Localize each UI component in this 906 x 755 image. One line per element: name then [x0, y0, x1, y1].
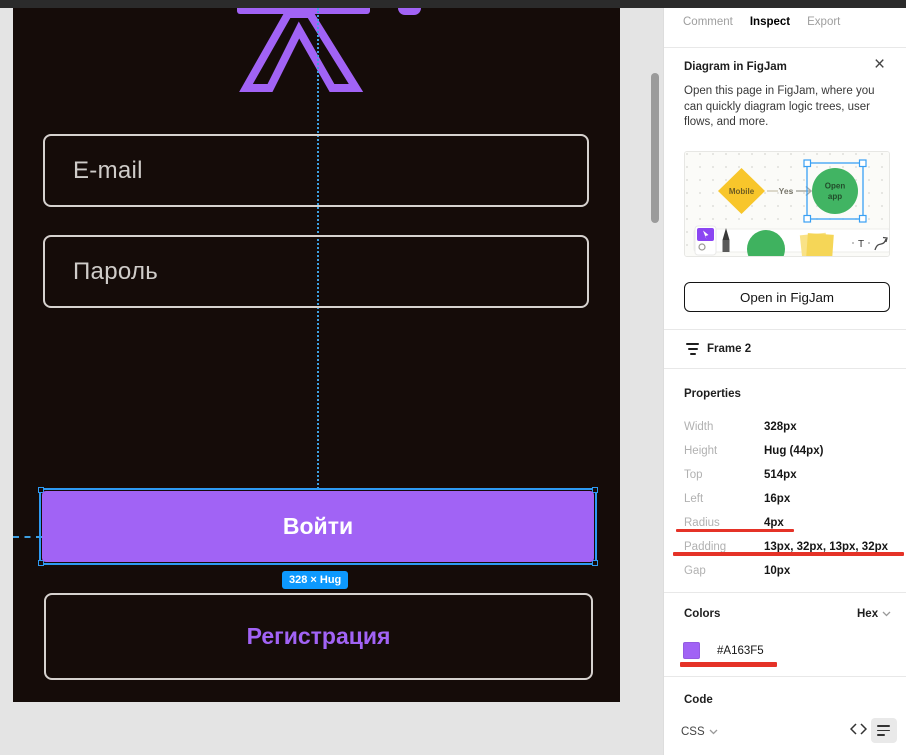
circle-node-label-2: app — [828, 192, 842, 201]
code-title: Code — [684, 694, 713, 706]
design-canvas[interactable]: E-mail Пароль Войти 328 × Hug Регистраци… — [0, 0, 663, 755]
tab-inspect[interactable]: Inspect — [750, 16, 790, 28]
divider — [664, 592, 906, 593]
login-button-label: Войти — [283, 513, 353, 540]
panel-tabs: Comment Inspect Export — [683, 16, 840, 28]
code-list-view-button[interactable] — [871, 718, 897, 743]
tab-export[interactable]: Export — [807, 16, 840, 28]
code-brackets-icon[interactable] — [850, 723, 867, 735]
annotation-underline-radius — [676, 529, 794, 532]
toolbar-edge — [0, 0, 906, 8]
property-row-radius: Radius 4px — [664, 513, 906, 537]
edge-label: Yes — [779, 186, 794, 196]
circle-node-label-1: Open — [825, 182, 846, 191]
svg-text:T: T — [858, 239, 864, 250]
colors-title: Colors — [684, 608, 720, 620]
divider — [664, 676, 906, 677]
open-in-figjam-button[interactable]: Open in FigJam — [684, 282, 890, 312]
size-badge: 328 × Hug — [282, 571, 348, 589]
property-row-gap: Gap 10px — [664, 561, 906, 585]
figjam-toolbar: T — [694, 226, 890, 257]
inspect-panel: Comment Inspect Export Diagram in FigJam… — [663, 0, 906, 755]
email-placeholder: E-mail — [73, 157, 143, 185]
color-hex-value[interactable]: #A163F5 — [717, 645, 764, 657]
property-row-width: Width 328px — [664, 417, 906, 441]
divider — [664, 47, 906, 48]
figjam-promo-title: Diagram in FigJam — [684, 61, 787, 73]
login-button[interactable]: Войти — [42, 491, 594, 562]
color-format-dropdown[interactable]: Hex — [857, 608, 891, 620]
password-placeholder: Пароль — [73, 258, 158, 286]
logo-lambda-icon — [223, 8, 393, 98]
properties-rows: Width 328px Height Hug (44px) Top 514px … — [664, 417, 906, 585]
email-field[interactable]: E-mail — [43, 134, 589, 207]
property-row-left: Left 16px — [664, 489, 906, 513]
register-button-label: Регистрация — [247, 623, 391, 650]
tab-comment[interactable]: Comment — [683, 16, 733, 28]
figma-window: E-mail Пароль Войти 328 × Hug Регистраци… — [0, 0, 906, 755]
horizontal-alignment-guide — [13, 536, 42, 538]
figjam-preview-image: Mobile Yes Open app — [684, 151, 890, 257]
diamond-label: Mobile — [729, 187, 755, 196]
chevron-down-icon — [709, 729, 718, 735]
selected-layer-name[interactable]: Frame 2 — [707, 343, 751, 355]
figjam-promo-description: Open this page in FigJam, where you can … — [684, 84, 886, 131]
property-row-top: Top 514px — [664, 465, 906, 489]
divider — [664, 329, 906, 330]
close-icon[interactable]: × — [874, 55, 885, 74]
annotation-underline-color — [680, 662, 777, 667]
canvas-scrollbar[interactable] — [651, 73, 659, 223]
logo-fragment-icon — [398, 8, 421, 15]
property-row-height: Height Hug (44px) — [664, 441, 906, 465]
divider — [664, 368, 906, 369]
property-row-padding: Padding 13px, 32px, 13px, 32px — [664, 537, 906, 561]
chevron-down-icon — [882, 611, 891, 617]
auto-layout-icon — [686, 343, 699, 355]
sticky-note-icon — [800, 233, 834, 257]
code-language-dropdown[interactable]: CSS — [681, 726, 718, 738]
color-swatch[interactable] — [683, 642, 700, 659]
annotation-underline-padding — [673, 552, 904, 556]
selection-handle-bottom-right[interactable] — [592, 560, 598, 566]
mobile-login-frame[interactable]: E-mail Пароль Войти 328 × Hug Регистраци… — [13, 8, 620, 702]
password-field[interactable]: Пароль — [43, 235, 589, 308]
register-button[interactable]: Регистрация — [44, 593, 593, 680]
properties-title: Properties — [684, 388, 741, 400]
